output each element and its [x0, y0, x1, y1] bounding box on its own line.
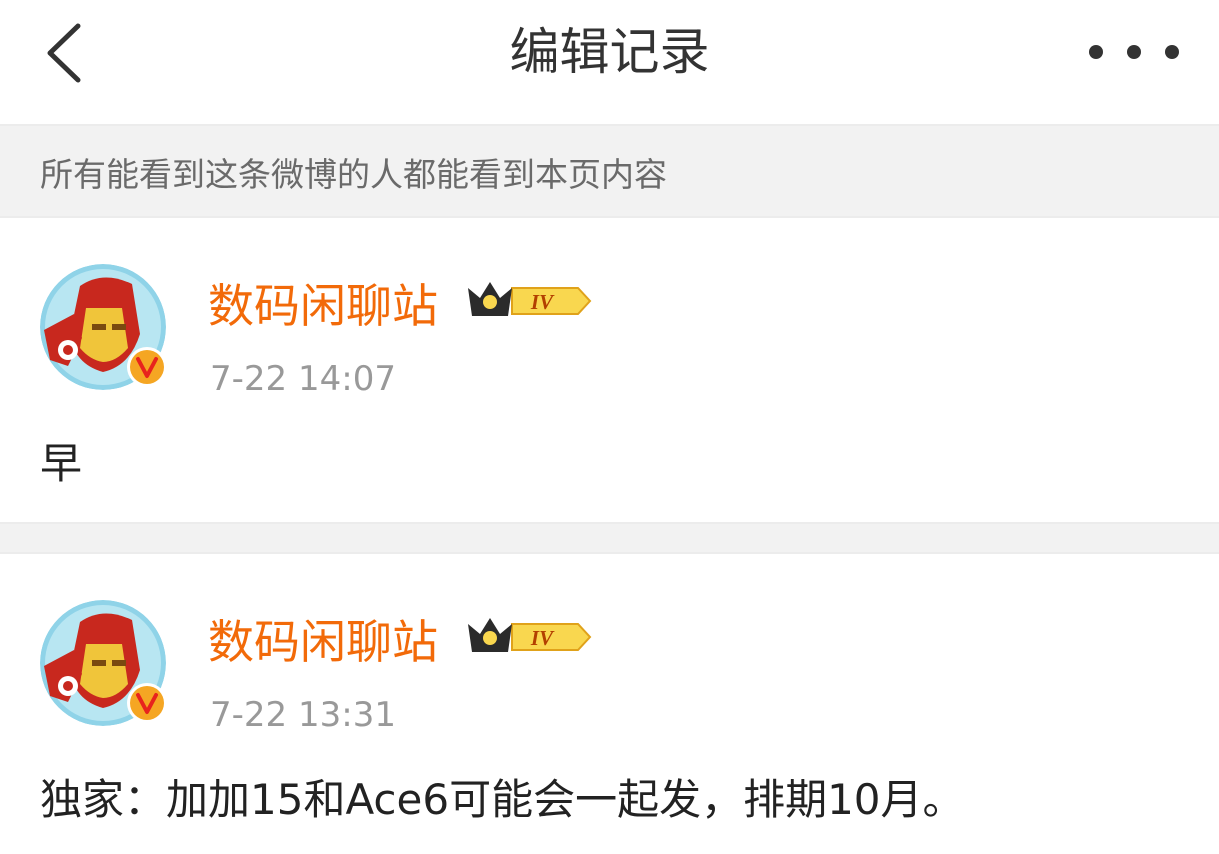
level-label: IV [530, 626, 555, 650]
verified-badge-icon [127, 347, 167, 387]
level-crown-badge-icon[interactable]: IV [466, 278, 596, 324]
avatar[interactable] [40, 264, 172, 396]
section-divider [0, 522, 1219, 554]
visibility-notice: 所有能看到这条微博的人都能看到本页内容 [0, 124, 1219, 218]
edit-history-entry: 数码闲聊站 IV 7-22 14:07 早 [0, 218, 1219, 522]
post-content: 独家：加加15和Ace6可能会一起发，排期10月。 [40, 775, 965, 824]
verified-badge-icon [127, 683, 167, 723]
page-title: 编辑记录 [509, 23, 710, 81]
more-options-button[interactable] [1089, 30, 1179, 74]
notice-text: 所有能看到这条微博的人都能看到本页内容 [40, 155, 667, 194]
username[interactable]: 数码闲聊站 [208, 614, 438, 670]
more-horizontal-icon [1089, 45, 1103, 59]
edit-history-entry: 数码闲聊站 IV 7-22 13:31 独家：加加15和Ace6可能会一起发，排… [0, 554, 1219, 854]
header-bar: 编辑记录 [0, 0, 1219, 124]
username[interactable]: 数码闲聊站 [208, 278, 438, 334]
post-content: 早 [40, 439, 83, 488]
timestamp: 7-22 13:31 [210, 695, 396, 735]
level-label: IV [530, 290, 555, 314]
level-crown-badge-icon[interactable]: IV [466, 614, 596, 660]
timestamp: 7-22 14:07 [210, 359, 396, 399]
avatar[interactable] [40, 600, 172, 732]
